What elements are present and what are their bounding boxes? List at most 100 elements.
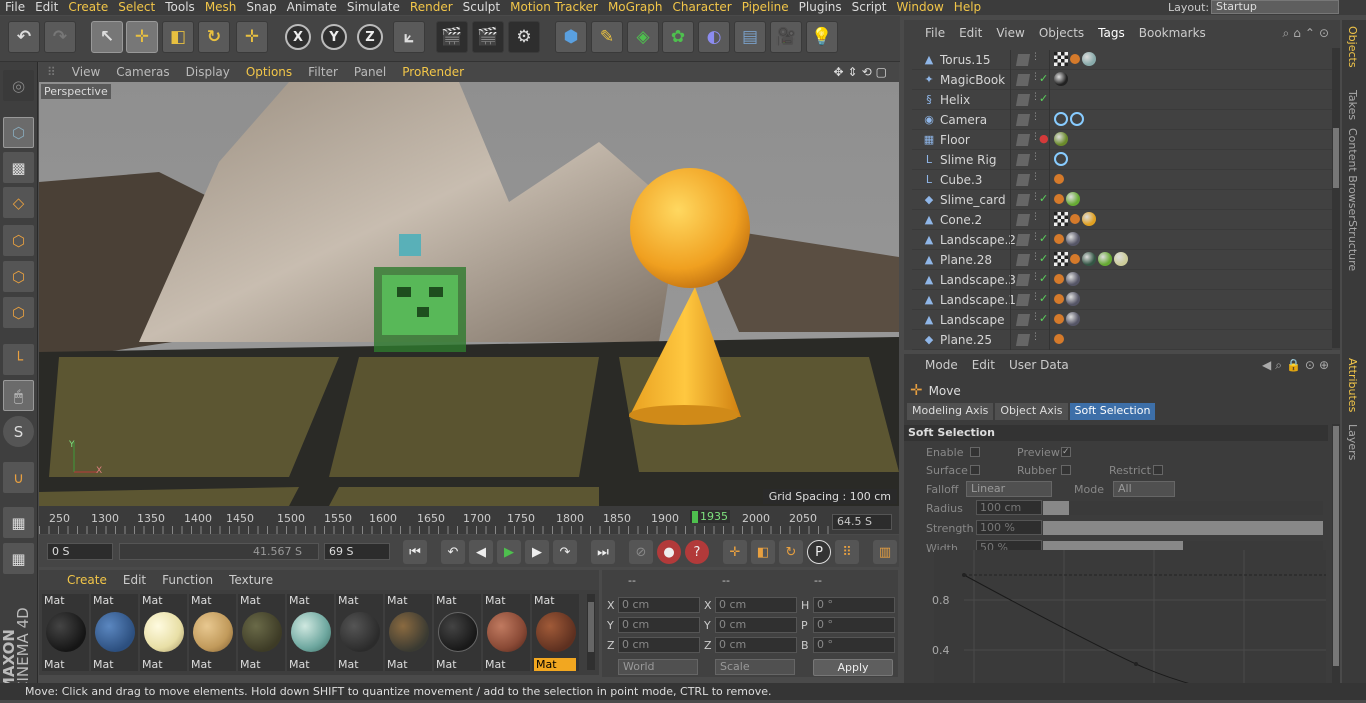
undo-icon[interactable]: ↶ <box>8 21 40 53</box>
position-y-field[interactable]: 0 cm <box>618 617 700 633</box>
object-row[interactable]: ◉ Camera ⋮ <box>912 110 1332 130</box>
material-swatch[interactable]: Mat Mat <box>189 594 236 671</box>
menu-snap[interactable]: Snap <box>241 0 281 15</box>
object-name[interactable]: Landscape.3 <box>940 273 1016 287</box>
layout-dropdown[interactable]: Startup <box>1211 0 1339 14</box>
object-list-scrollbar[interactable] <box>1332 48 1340 348</box>
key-rotation-icon[interactable]: ↻ <box>779 540 803 564</box>
enable-check[interactable]: ✓ <box>1039 232 1048 245</box>
coord-mode-dropdown[interactable]: World <box>618 659 698 675</box>
visibility-toggles[interactable]: ⋮ ● <box>1010 130 1050 150</box>
points-mode-icon[interactable]: ⬡ <box>3 225 34 256</box>
enable-check[interactable]: ● <box>1039 132 1049 145</box>
phong-tag-icon[interactable] <box>1054 274 1064 284</box>
menu-pipeline[interactable]: Pipeline <box>737 0 794 15</box>
target-tag-icon[interactable] <box>1054 112 1068 126</box>
object-row[interactable]: ▲ Torus.15 ⋮ <box>912 50 1332 70</box>
object-name[interactable]: Floor <box>940 133 970 147</box>
section-header[interactable]: Soft Selection <box>904 425 1328 441</box>
texture-tag-icon[interactable] <box>1054 252 1068 266</box>
object-name[interactable]: Slime_card <box>940 193 1006 207</box>
preview-checkbox[interactable]: ✓ <box>1061 447 1071 457</box>
falloff-curve-graph[interactable]: 0.8 0.4 <box>932 550 1326 701</box>
material-swatch[interactable]: Mat Mat <box>336 594 383 671</box>
object-name[interactable]: Helix <box>940 93 970 107</box>
keyframe-selection-icon[interactable]: ⊘ <box>629 540 653 564</box>
material-swatch[interactable]: Mat Mat <box>434 594 481 671</box>
visibility-toggles[interactable]: ⋮ <box>1010 50 1050 70</box>
object-row[interactable]: ◆ Plane.25 ⋮ <box>912 330 1332 350</box>
go-to-end-icon[interactable]: ⏭ <box>591 540 615 564</box>
camera-icon[interactable]: 🎥 <box>770 21 802 53</box>
object-name[interactable]: Torus.15 <box>940 53 991 67</box>
tab-modeling-axis[interactable]: Modeling Axis <box>907 403 994 420</box>
tab-attributes[interactable]: Attributes <box>1346 358 1359 412</box>
material-tag-icon[interactable] <box>1066 232 1080 246</box>
axis-mode-icon[interactable]: └ <box>3 344 34 375</box>
end-time-field[interactable]: 64.5 S <box>832 514 892 530</box>
obj-menu-view[interactable]: View <box>989 26 1031 40</box>
workplane-mode-icon[interactable]: ◇ <box>3 187 34 218</box>
material-tag-icon[interactable] <box>1114 252 1128 266</box>
enable-check[interactable]: ✓ <box>1039 72 1048 85</box>
tab-soft-selection[interactable]: Soft Selection <box>1069 403 1156 420</box>
tweak-mode-icon[interactable]: 🖱 <box>3 380 34 411</box>
object-name[interactable]: Camera <box>940 113 987 127</box>
move-tool-icon[interactable]: ✛ <box>126 21 158 53</box>
falloff-dropdown[interactable]: Linear <box>966 481 1052 497</box>
menu-script[interactable]: Script <box>847 0 892 15</box>
material-tag-icon[interactable] <box>1066 312 1080 326</box>
light-icon[interactable]: 💡 <box>806 21 838 53</box>
tab-layers[interactable]: Layers <box>1346 424 1359 460</box>
redo-icon[interactable]: ↷ <box>44 21 76 53</box>
timeline-ruler[interactable]: 250 1300 1350 1400 1450 1500 1550 1600 1… <box>39 506 899 534</box>
object-row[interactable]: ▲ Landscape.1 ⋮ ✓ <box>912 290 1332 310</box>
z-axis-lock-icon[interactable]: Z <box>357 24 383 50</box>
strength-slider[interactable] <box>1043 521 1323 535</box>
viewport-menu-panel[interactable]: Panel <box>346 65 394 79</box>
edges-mode-icon[interactable]: ⬡ <box>3 261 34 292</box>
pen-spline-icon[interactable]: ✎ <box>591 21 623 53</box>
enable-check[interactable]: ✓ <box>1039 92 1048 105</box>
subdivision-surface-icon[interactable]: ◈ <box>627 21 659 53</box>
menu-edit[interactable]: Edit <box>30 0 63 15</box>
object-name[interactable]: Plane.25 <box>940 333 992 347</box>
material-swatch-selected[interactable]: Mat Mat <box>532 594 579 671</box>
menu-file[interactable]: File <box>0 0 30 15</box>
texture-tag-icon[interactable] <box>1054 52 1068 66</box>
material-swatch[interactable]: Mat Mat <box>238 594 285 671</box>
object-row[interactable]: ▲ Landscape ⋮ ✓ <box>912 310 1332 330</box>
prev-frame-icon[interactable]: ◀ <box>469 540 493 564</box>
x-axis-lock-icon[interactable]: X <box>285 24 311 50</box>
material-tag-icon[interactable] <box>1066 292 1080 306</box>
workplane-lock-icon[interactable]: ▦ <box>3 507 34 538</box>
material-tag-icon[interactable] <box>1054 72 1068 86</box>
viewport-menu-options[interactable]: Options <box>238 65 300 79</box>
object-name[interactable]: Landscape.1 <box>940 293 1016 307</box>
visibility-toggles[interactable]: ⋮ <box>1010 150 1050 170</box>
snap-icon[interactable]: S <box>3 416 34 447</box>
visibility-toggles[interactable]: ⋮ <box>1010 330 1050 350</box>
material-scrollbar[interactable] <box>587 594 595 670</box>
prev-key-icon[interactable]: ↶ <box>441 540 465 564</box>
menu-character[interactable]: Character <box>667 0 736 15</box>
object-name[interactable]: Landscape <box>940 313 1004 327</box>
object-name[interactable]: Cone.2 <box>940 213 982 227</box>
obj-search-home-icons[interactable]: ⌕⌂⌃⊙ <box>1276 26 1340 41</box>
recent-tools-icon[interactable]: ✛ <box>236 21 268 53</box>
apply-button[interactable]: Apply <box>813 659 893 676</box>
material-tag-icon[interactable] <box>1066 272 1080 286</box>
visibility-toggles[interactable]: ⋮ ✓ <box>1010 90 1050 110</box>
key-position-icon[interactable]: ✛ <box>723 540 747 564</box>
material-tag-icon[interactable] <box>1066 192 1080 206</box>
play-icon[interactable]: ▶ <box>497 540 521 564</box>
enable-check[interactable]: ✓ <box>1039 312 1048 325</box>
phong-tag-icon[interactable] <box>1070 254 1080 264</box>
menu-plugins[interactable]: Plugins <box>794 0 847 15</box>
texture-mode-icon[interactable]: ▩ <box>3 152 34 183</box>
size-y-field[interactable]: 0 cm <box>715 617 797 633</box>
radius-field[interactable]: 100 cm <box>976 500 1042 515</box>
viewport-menu-prorender[interactable]: ProRender <box>394 65 472 79</box>
phong-tag-icon[interactable] <box>1054 294 1064 304</box>
visibility-toggles[interactable]: ⋮ ✓ <box>1010 230 1050 250</box>
